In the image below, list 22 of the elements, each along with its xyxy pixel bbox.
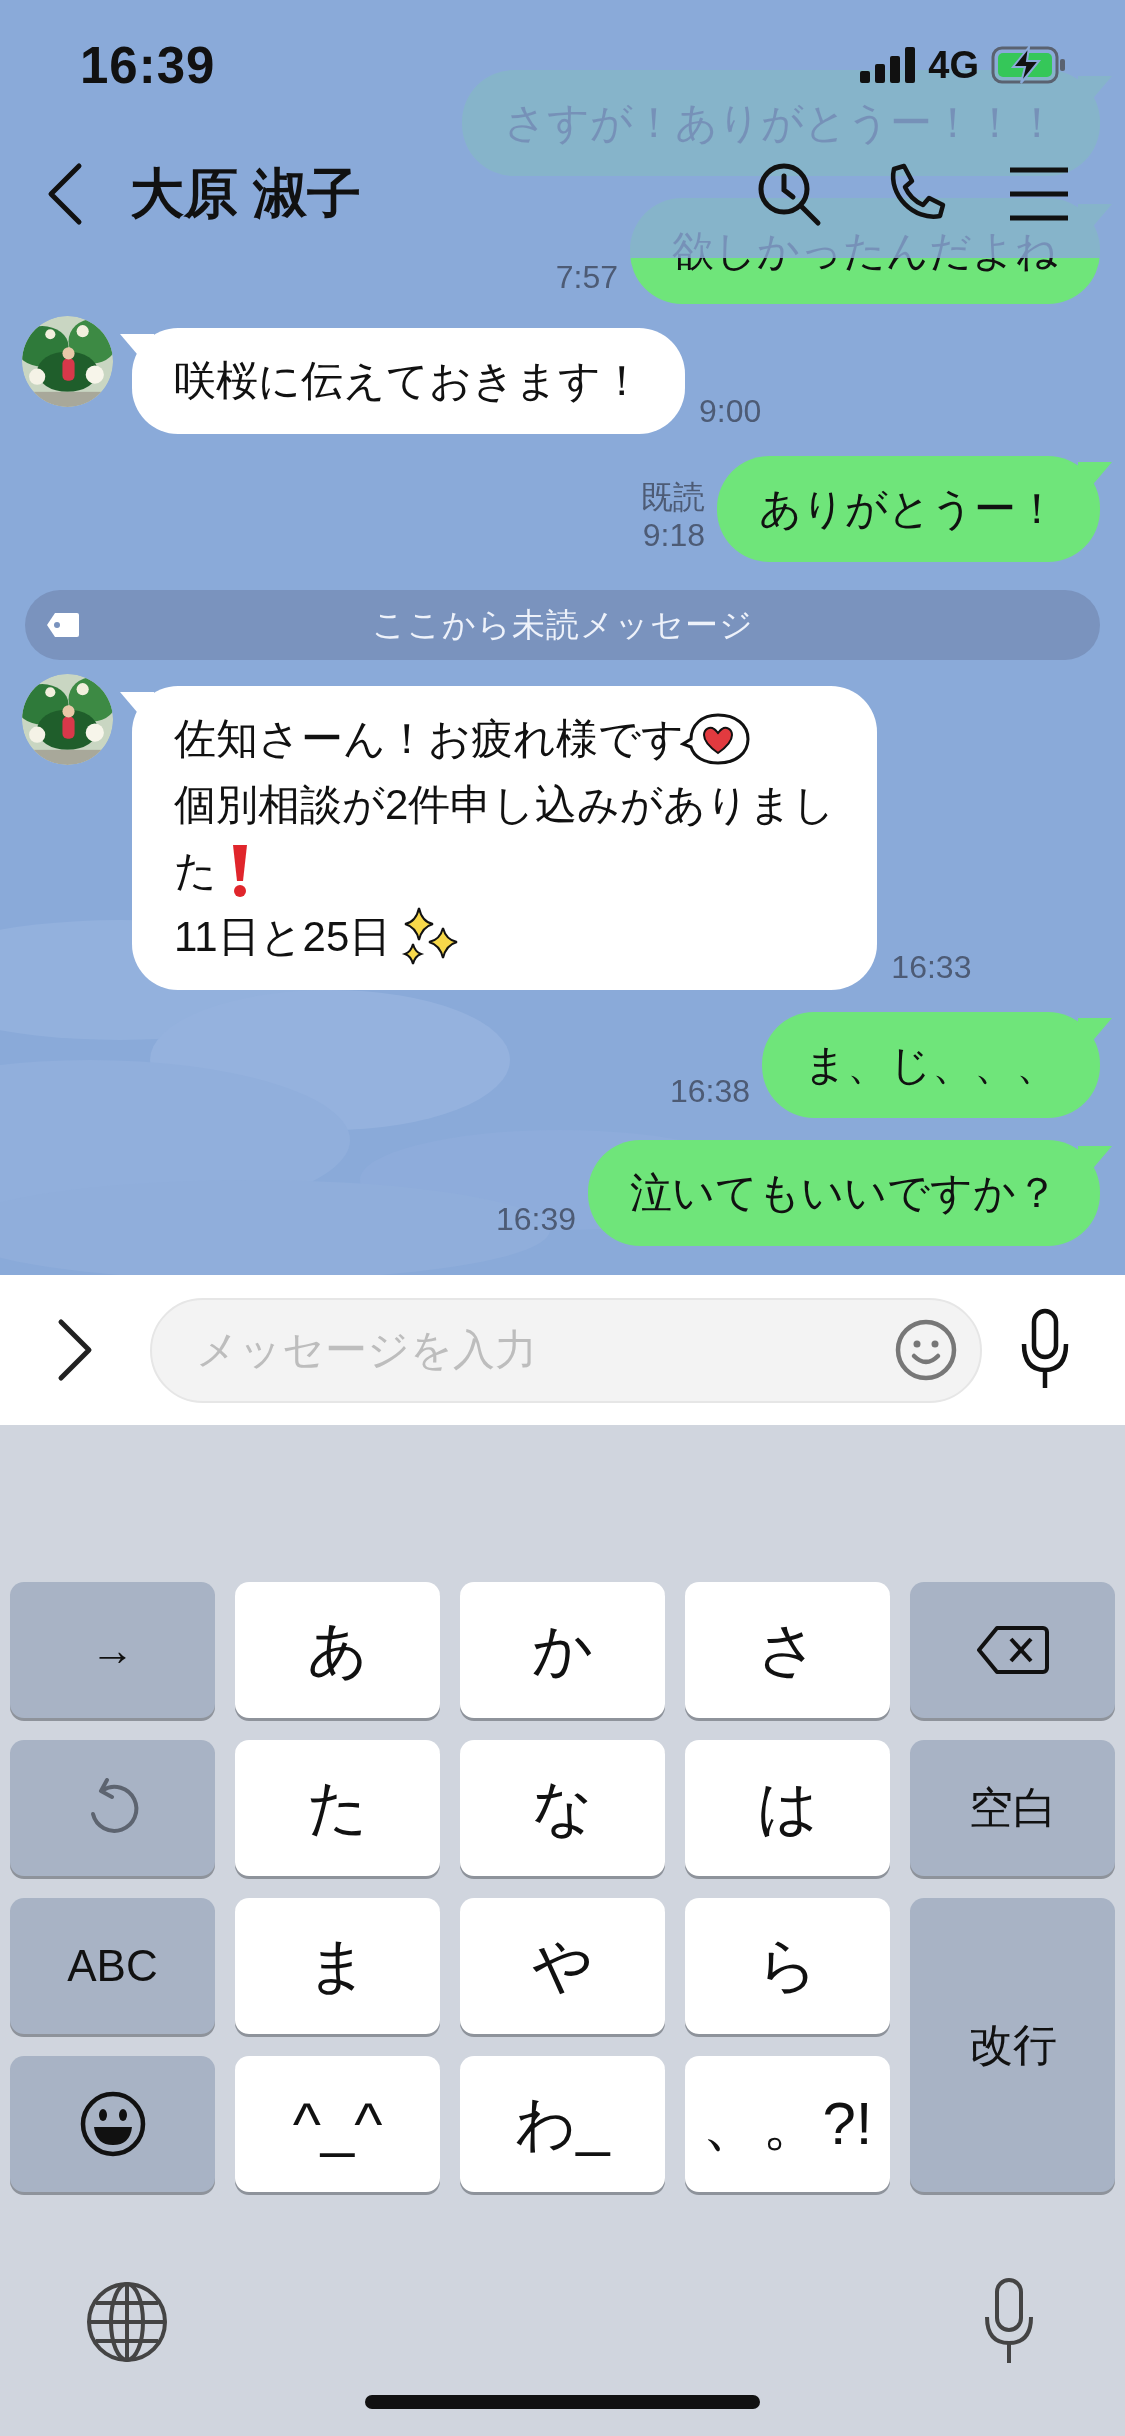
key[interactable]: た	[235, 1740, 440, 1876]
key[interactable]: や	[460, 1898, 665, 2034]
key[interactable]: 空白	[910, 1740, 1115, 1876]
key[interactable]: か	[460, 1582, 665, 1718]
key[interactable]: ら	[685, 1898, 890, 2034]
key[interactable]: ま	[235, 1898, 440, 2034]
emoji-icon	[79, 2091, 146, 2157]
key[interactable]: わ_	[460, 2056, 665, 2192]
key[interactable]: 、。?!	[685, 2056, 890, 2192]
key[interactable]: あ	[235, 1582, 440, 1718]
key[interactable]: さ	[685, 1582, 890, 1718]
key[interactable]: な	[460, 1740, 665, 1876]
globe-icon[interactable]	[86, 2281, 168, 2363]
smiley-icon[interactable]	[894, 1317, 958, 1382]
key[interactable]: ^_^	[235, 2056, 440, 2192]
backspace-key[interactable]	[910, 1582, 1115, 1718]
backspace-icon	[976, 1625, 1049, 1675]
key[interactable]: →	[10, 1582, 215, 1718]
key[interactable]: ABC	[10, 1898, 215, 2034]
emoji-key[interactable]	[10, 2056, 215, 2192]
return-key[interactable]: 改行	[910, 1898, 1115, 2192]
key[interactable]: は	[685, 1740, 890, 1876]
